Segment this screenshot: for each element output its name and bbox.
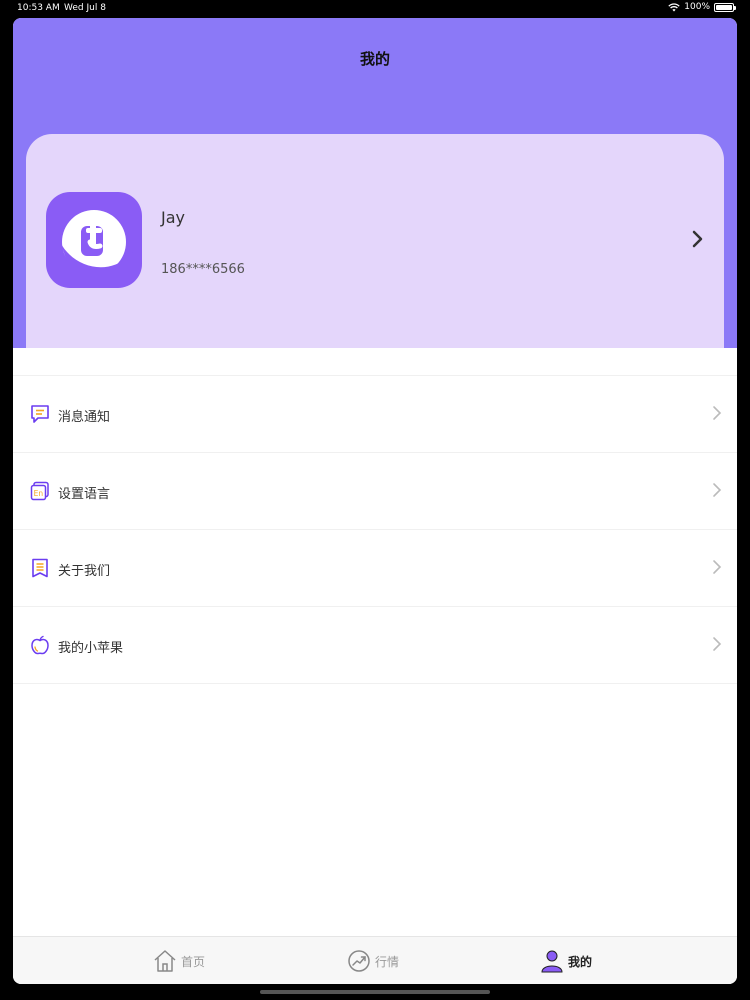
- tab-home[interactable]: 首页: [153, 937, 205, 984]
- chevron-right-icon[interactable]: [688, 229, 708, 249]
- svg-text:En: En: [34, 489, 44, 498]
- tab-mine[interactable]: 我的: [540, 937, 592, 984]
- status-time: 10:53 AM: [17, 3, 60, 13]
- about-book-icon: [32, 558, 48, 578]
- trend-icon: [348, 950, 370, 972]
- status-right: 100%: [668, 2, 736, 12]
- home-indicator[interactable]: [260, 990, 490, 994]
- profile-header: 我的 Jay 186****6566: [13, 18, 737, 348]
- chevron-right-icon: [713, 560, 722, 574]
- menu-item-label: 关于我们: [58, 564, 111, 579]
- tab-market[interactable]: 行情: [347, 937, 399, 984]
- menu-item-label: 设置语言: [58, 487, 111, 502]
- wifi-icon: [668, 2, 680, 11]
- menu-item-label: 消息通知: [58, 410, 111, 425]
- menu-item-label: 我的小苹果: [58, 641, 124, 656]
- battery-percent: 100%: [684, 2, 710, 12]
- menu-item-notifications[interactable]: 消息通知: [13, 376, 737, 453]
- status-bar: 10:53 AM Wed Jul 8 100%: [0, 0, 750, 16]
- settings-menu: 消息通知 En 设置语言 关于我们 我的小苹果: [13, 375, 737, 684]
- language-icon: En: [30, 481, 49, 501]
- user-icon: [541, 950, 563, 973]
- menu-item-language[interactable]: En 设置语言: [13, 453, 737, 530]
- tab-bar: 首页 行情 我的: [13, 936, 737, 984]
- username: Jay: [161, 208, 185, 227]
- page-title: 我的: [359, 50, 390, 68]
- menu-item-about[interactable]: 关于我们: [13, 530, 737, 607]
- apple-icon: [31, 635, 49, 655]
- chevron-right-icon: [713, 483, 722, 497]
- battery-icon: [714, 2, 736, 12]
- home-icon: [154, 950, 176, 972]
- phone-number: 186****6566: [161, 262, 245, 277]
- profile-card[interactable]: Jay 186****6566: [26, 134, 724, 348]
- app-logo-icon: [60, 210, 134, 275]
- status-date: Wed Jul 8: [64, 3, 106, 13]
- tab-label: 我的: [568, 954, 593, 969]
- avatar: [46, 192, 142, 288]
- message-icon: [31, 405, 49, 423]
- chevron-right-icon: [713, 406, 722, 420]
- menu-item-my-apple[interactable]: 我的小苹果: [13, 607, 737, 684]
- chevron-right-icon: [713, 637, 722, 651]
- app-screen: 我的 Jay 186****6566 消息通知 En 设置语言 关于我们 我的小…: [13, 18, 737, 984]
- tab-label: 首页: [181, 954, 206, 969]
- tab-label: 行情: [375, 954, 400, 969]
